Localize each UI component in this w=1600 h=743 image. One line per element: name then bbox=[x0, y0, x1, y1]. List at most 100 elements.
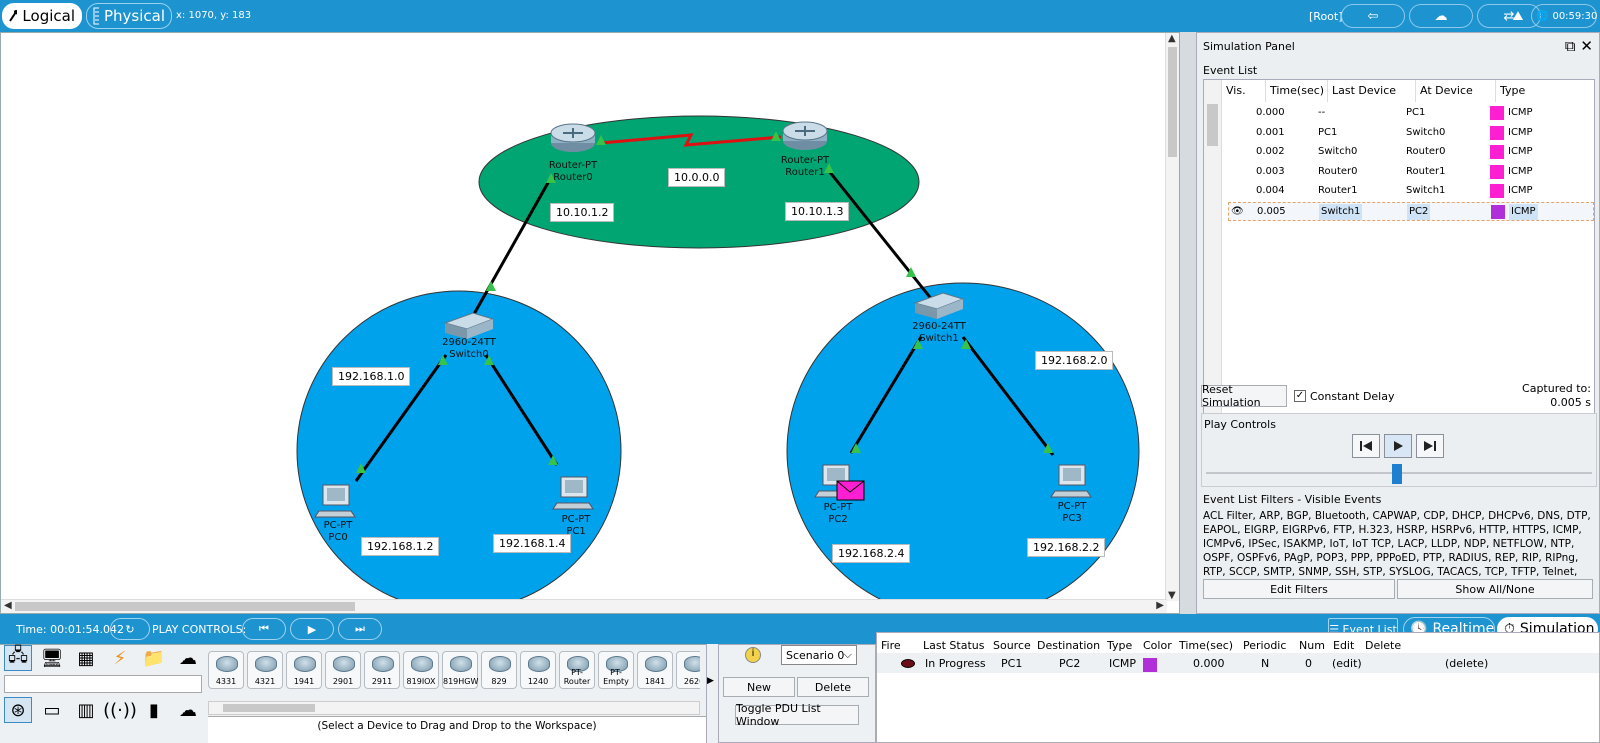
event-row[interactable]: 0.001 PC1 Switch0 ICMP bbox=[1228, 124, 1594, 143]
col-last-device[interactable]: Last Device bbox=[1328, 80, 1416, 102]
bb-step-back-icon[interactable]: ⏮ bbox=[242, 618, 286, 640]
pdu-periodic: N bbox=[1261, 657, 1270, 670]
device-model-item[interactable]: 1841 bbox=[637, 651, 673, 689]
device-search-input[interactable] bbox=[4, 675, 202, 693]
col-type[interactable]: Type bbox=[1496, 80, 1594, 102]
device-model-item[interactable]: 1941 bbox=[286, 651, 322, 689]
device-model-item[interactable]: 2911 bbox=[364, 651, 400, 689]
clock-button[interactable]: 🌐 00:59:30 bbox=[1531, 4, 1597, 28]
logical-view-button[interactable]: Logical bbox=[2, 3, 82, 29]
event-row[interactable]: 0.004 Router1 Switch1 ICMP bbox=[1228, 182, 1594, 201]
reset-simulation-button[interactable]: Reset Simulation bbox=[1201, 383, 1287, 409]
network-label[interactable]: 192.168.2.4 bbox=[832, 544, 911, 563]
workspace-vscrollbar[interactable]: ▲ ▼ bbox=[1165, 33, 1179, 601]
router1-icon[interactable] bbox=[782, 121, 828, 150]
back-icon[interactable]: ⇦ bbox=[1341, 4, 1405, 28]
device-model-item[interactable]: 1240 bbox=[520, 651, 556, 689]
scroll-left-icon[interactable]: ◀ bbox=[4, 600, 12, 611]
info-icon[interactable]: i bbox=[745, 647, 761, 663]
root-label[interactable]: [Root] bbox=[1309, 10, 1343, 23]
col-time[interactable]: Time(sec) bbox=[1266, 80, 1328, 102]
bb-play-icon[interactable]: ▶ bbox=[290, 618, 334, 640]
device-model-item[interactable]: 4331 bbox=[208, 651, 244, 689]
new-scenario-button[interactable]: New bbox=[723, 677, 795, 697]
device-model-list[interactable]: 4331 4321 1941 2901 2911 819IOX 819HGW 829 1240 P… bbox=[208, 645, 700, 701]
event-list-scrollbar[interactable] bbox=[1204, 80, 1222, 416]
device-model-item[interactable]: 819IOX bbox=[403, 651, 439, 689]
pdu-num: 0 bbox=[1305, 657, 1312, 670]
show-all-none-button[interactable]: Show All/None bbox=[1397, 579, 1593, 599]
pdu-envelope-icon[interactable] bbox=[836, 480, 865, 501]
clock-time: 00:59:30 bbox=[1552, 10, 1598, 22]
device-model-item[interactable]: 829 bbox=[481, 651, 517, 689]
multiuser-icon[interactable]: ☁ bbox=[174, 645, 202, 671]
network-label[interactable]: 192.168.2.0 bbox=[1035, 351, 1114, 370]
cluster-cloud-icon[interactable]: ☁ bbox=[1409, 4, 1473, 28]
device-model-item[interactable]: 819HGW bbox=[442, 651, 478, 689]
network-label[interactable]: 192.168.1.0 bbox=[332, 367, 411, 386]
fire-icon[interactable] bbox=[901, 659, 915, 668]
components-icon[interactable]: ▦ bbox=[72, 645, 100, 671]
scroll-thumb[interactable] bbox=[15, 602, 355, 611]
network-label[interactable]: 192.168.1.2 bbox=[361, 537, 440, 556]
wan-emulation-icon[interactable]: ☁ bbox=[174, 697, 202, 723]
switches-icon[interactable]: ▭ bbox=[38, 697, 66, 723]
pdu-delete-link[interactable]: (delete) bbox=[1445, 657, 1488, 670]
eye-icon[interactable]: 👁 bbox=[1231, 206, 1244, 217]
col-vis[interactable]: Vis. bbox=[1222, 80, 1266, 102]
event-list-table[interactable]: Vis. Time(sec) Last Device At Device Typ… bbox=[1203, 79, 1595, 417]
device-model-item[interactable]: 4321 bbox=[247, 651, 283, 689]
end-devices-icon[interactable]: 🖥 bbox=[38, 645, 66, 671]
scroll-down-icon[interactable]: ▼ bbox=[1168, 590, 1176, 601]
device-model-item[interactable]: PT-Router bbox=[559, 651, 595, 689]
step-forward-button[interactable] bbox=[1416, 434, 1444, 458]
speed-slider-thumb[interactable] bbox=[1392, 464, 1402, 484]
router0-icon[interactable] bbox=[550, 123, 596, 152]
network-label[interactable]: 192.168.1.4 bbox=[493, 534, 572, 553]
misc-icon[interactable]: 📁 bbox=[140, 645, 168, 671]
device-model-item[interactable]: 2901 bbox=[325, 651, 361, 689]
network-label[interactable]: 192.168.2.2 bbox=[1027, 538, 1106, 557]
edit-filters-button[interactable]: Edit Filters bbox=[1203, 579, 1395, 599]
event-row[interactable]: 0.003 Router0 Router1 ICMP bbox=[1228, 163, 1594, 182]
network-label[interactable]: 10.0.0.0 bbox=[668, 168, 726, 187]
reset-time-icon[interactable]: ↻ bbox=[110, 618, 150, 640]
step-back-button[interactable] bbox=[1352, 434, 1380, 458]
pdu-edit-link[interactable]: (edit) bbox=[1332, 657, 1362, 670]
toggle-pdu-list-button[interactable]: Toggle PDU List Window bbox=[735, 702, 859, 728]
physical-view-button[interactable]: Physical bbox=[86, 3, 172, 29]
hubs-icon[interactable]: ▥ bbox=[72, 697, 100, 723]
device-model-item[interactable]: 2620 bbox=[676, 651, 700, 689]
play-button[interactable] bbox=[1384, 434, 1412, 458]
security-icon[interactable]: ▮ bbox=[140, 697, 168, 723]
logical-workspace[interactable]: Router-PT Router0 Router-PT Router1 2960-2… bbox=[0, 32, 1180, 614]
network-label[interactable]: 10.10.1.2 bbox=[550, 203, 615, 222]
close-icon[interactable]: ✕ bbox=[1580, 37, 1593, 55]
collapse-arrow-icon[interactable]: ▶ bbox=[706, 644, 718, 743]
model-list-scrollbar[interactable] bbox=[208, 701, 700, 715]
event-row[interactable]: 👁 0.005 Switch1 PC2 ICMP bbox=[1228, 202, 1594, 221]
landscape-icon[interactable]: ⛰ bbox=[1506, 4, 1530, 28]
constant-delay-checkbox[interactable]: ✓ bbox=[1294, 390, 1306, 402]
event-type: ICMP bbox=[1508, 126, 1533, 138]
scroll-thumb[interactable] bbox=[223, 704, 315, 712]
router-icon bbox=[294, 656, 316, 672]
delete-scenario-button[interactable]: Delete bbox=[797, 677, 869, 697]
scroll-up-icon[interactable]: ▲ bbox=[1168, 33, 1176, 44]
event-row[interactable]: 0.000 -- PC1 ICMP bbox=[1228, 104, 1594, 123]
wireless-icon[interactable]: ((·)) bbox=[103, 697, 137, 723]
network-devices-icon[interactable]: 🖧 bbox=[4, 645, 32, 671]
routers-icon[interactable]: ⊛ bbox=[4, 697, 32, 723]
bb-step-forward-icon[interactable]: ⏭ bbox=[338, 618, 382, 640]
scroll-thumb[interactable] bbox=[1207, 104, 1218, 146]
network-label[interactable]: 10.10.1.3 bbox=[785, 202, 850, 221]
undock-icon[interactable]: ⧉ bbox=[1565, 37, 1576, 55]
col-at-device[interactable]: At Device bbox=[1416, 80, 1496, 102]
scroll-thumb[interactable] bbox=[1168, 47, 1177, 157]
event-row[interactable]: 0.002 Switch0 Router0 ICMP bbox=[1228, 143, 1594, 162]
workspace-hscrollbar[interactable]: ◀ ▶ bbox=[1, 599, 1167, 613]
connections-icon[interactable]: ⚡ bbox=[106, 645, 134, 671]
device-model-item[interactable]: PT-Empty bbox=[598, 651, 634, 689]
scroll-right-icon[interactable]: ▶ bbox=[1156, 600, 1164, 611]
scenario-select[interactable]: Scenario 0 ⌵ bbox=[781, 645, 857, 665]
